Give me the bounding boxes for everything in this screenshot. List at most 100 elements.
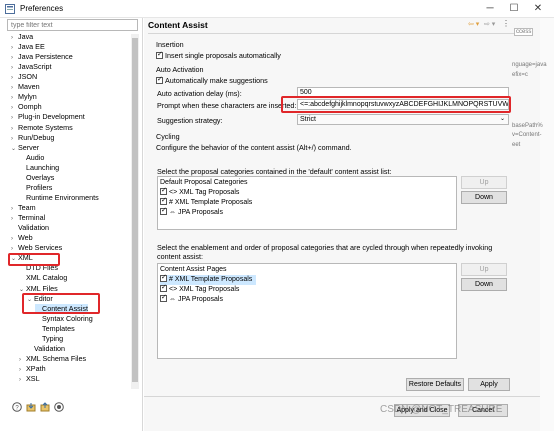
tree-item-label: Java Persistence — [18, 52, 73, 62]
content-assist-pages-list[interactable]: Content Assist Pages # XML Template Prop… — [157, 263, 457, 359]
list-item[interactable]: <> XML Tag Proposals — [160, 283, 240, 295]
tree-item-xml-catalog[interactable]: XML Catalog — [19, 273, 67, 283]
watermark: CSDN @NOT_TREASURE — [380, 404, 503, 415]
tree-item-xpath[interactable]: › XPath — [19, 364, 46, 374]
default-up-button[interactable]: Up — [461, 176, 507, 189]
tree-item-overlays[interactable]: Overlays — [19, 173, 54, 183]
checkbox-icon[interactable] — [160, 293, 167, 303]
import-icon[interactable] — [26, 402, 36, 412]
tree-item-team[interactable]: › Team — [11, 203, 36, 213]
checkbox-icon[interactable] — [160, 206, 167, 216]
default-list-header: Default Proposal Categories — [160, 179, 248, 186]
help-icon[interactable]: ? — [12, 402, 22, 412]
apply-button[interactable]: Apply — [468, 378, 510, 391]
tree-item-web-services[interactable]: › Web Services — [11, 243, 62, 253]
background-text: nguage=java — [512, 62, 547, 68]
chevron-down-icon[interactable]: ⌄ — [11, 144, 18, 154]
checkbox-icon[interactable] — [160, 186, 167, 196]
tree-item-label: Team — [18, 203, 36, 213]
tree-item-profilers[interactable]: Profilers — [19, 183, 52, 193]
filter-input[interactable] — [7, 19, 138, 31]
default-list-description: Select the proposal categories contained… — [157, 167, 392, 176]
tree-item-label: Oomph — [18, 102, 42, 112]
checkbox-icon[interactable] — [160, 273, 167, 283]
minimize-button[interactable]: ─ — [480, 2, 500, 16]
tree-item-label: Validation — [34, 343, 66, 353]
strategy-select[interactable]: Strict ⌄ — [297, 114, 509, 125]
list-item-label: # XML Template Proposals — [169, 276, 253, 283]
maximize-button[interactable]: ☐ — [504, 2, 524, 16]
tree-item-run-debug[interactable]: › Run/Debug — [11, 133, 54, 143]
view-menu-icon[interactable]: ⋮ — [502, 19, 510, 28]
tree-item-plug-in-development[interactable]: › Plug-in Development — [11, 112, 85, 122]
tree-item-mylyn[interactable]: › Mylyn — [11, 92, 37, 102]
highlight-prompt-field — [281, 96, 511, 113]
background-text: efix=c — [512, 72, 528, 78]
strategy-label: Suggestion strategy: — [157, 116, 223, 125]
tree-scrollbar-thumb[interactable] — [132, 38, 138, 382]
cycle-down-button[interactable]: Down — [461, 278, 507, 291]
tree-item-templates[interactable]: Templates — [35, 324, 75, 334]
tree-item-java[interactable]: › Java — [11, 32, 33, 42]
cycling-heading: Cycling — [156, 132, 180, 141]
tree-item-label: Web — [18, 233, 33, 243]
tree-item-launching[interactable]: Launching — [19, 163, 59, 173]
list-item[interactable]: ⇔ JPA Proposals — [160, 293, 223, 305]
tree-item-label: XSL — [26, 374, 40, 384]
list-item-label: <> XML Tag Proposals — [169, 286, 240, 293]
checkbox-icon[interactable] — [160, 196, 167, 206]
forward-arrow-icon[interactable]: ⇨ ▾ — [484, 20, 495, 28]
tree-item-typing[interactable]: Typing — [35, 334, 63, 344]
checkbox-icon[interactable] — [156, 75, 163, 84]
oomph-icon[interactable] — [54, 402, 64, 412]
tree-item-label: Typing — [42, 333, 64, 343]
checkbox-icon[interactable] — [156, 50, 163, 59]
list-item[interactable]: ⇔ JPA Proposals — [160, 206, 223, 218]
auto-suggest-label: Automatically make suggestions — [165, 76, 268, 85]
close-button[interactable]: ✕ — [528, 2, 548, 16]
cycle-description-1: Select the enablement and order of propo… — [157, 243, 493, 252]
tree-item-label: JavaScript — [18, 62, 52, 72]
tree-item-remote-systems[interactable]: › Remote Systems — [11, 123, 73, 133]
tree-item-label: Java EE — [18, 42, 45, 52]
tree-item-javascript[interactable]: › JavaScript — [11, 62, 52, 72]
list-item[interactable]: # XML Template Proposals — [160, 273, 256, 285]
tree-item-audio[interactable]: Audio — [19, 153, 44, 163]
tree-item-runtime-environments[interactable]: Runtime Environments — [19, 193, 99, 203]
footer-divider — [144, 396, 540, 397]
restore-defaults-button[interactable]: Restore Defaults — [406, 378, 464, 391]
tree-item-label: XML Files — [26, 283, 58, 293]
tree-item-xsl[interactable]: › XSL — [19, 374, 40, 384]
tree-item-web[interactable]: › Web — [11, 233, 33, 243]
export-icon[interactable] — [40, 402, 50, 412]
tree-item-label: XML Catalog — [26, 273, 68, 283]
auto-suggest-checkbox[interactable]: Automatically make suggestions — [156, 75, 268, 85]
tree-item-xml-schema-files[interactable]: › XML Schema Files — [19, 354, 86, 364]
tree-item-terminal[interactable]: › Terminal — [11, 213, 45, 223]
tree-item-label: JSON — [18, 72, 38, 82]
tree-item-json[interactable]: › JSON — [11, 72, 37, 82]
tree-item-server[interactable]: ⌄ Server — [11, 143, 39, 153]
list-item[interactable]: <> XML Tag Proposals — [160, 186, 239, 198]
insert-single-checkbox[interactable]: Insert single proposals automatically — [156, 50, 281, 60]
background-quick-access: ccess — [514, 28, 534, 36]
tree-item-xml-files[interactable]: ⌄ XML Files — [19, 284, 58, 294]
back-arrow-icon[interactable]: ⇦ ▾ — [468, 20, 479, 28]
tree-item-oomph[interactable]: › Oomph — [11, 102, 42, 112]
cycle-list-header: Content Assist Pages — [160, 266, 227, 273]
list-item-label: ⇔ JPA Proposals — [169, 209, 223, 216]
default-proposal-list[interactable]: Default Proposal Categories <> XML Tag P… — [157, 176, 457, 230]
tree-item-validation[interactable]: Validation — [27, 344, 65, 354]
tree-item-syntax-coloring[interactable]: Syntax Coloring — [35, 314, 93, 324]
tree-item-validation[interactable]: Validation — [11, 223, 49, 233]
default-down-button[interactable]: Down — [461, 191, 507, 204]
tree-item-java-persistence[interactable]: › Java Persistence — [11, 52, 73, 62]
cycle-up-button[interactable]: Up — [461, 263, 507, 276]
tree-item-maven[interactable]: › Maven — [11, 82, 40, 92]
insert-single-label: Insert single proposals automatically — [165, 51, 281, 60]
checkbox-icon[interactable] — [160, 283, 167, 293]
list-item[interactable]: # XML Template Proposals — [160, 196, 252, 208]
preferences-icon — [5, 4, 15, 14]
tree-item-java-ee[interactable]: › Java EE — [11, 42, 45, 52]
chevron-right-icon[interactable]: › — [19, 375, 26, 385]
